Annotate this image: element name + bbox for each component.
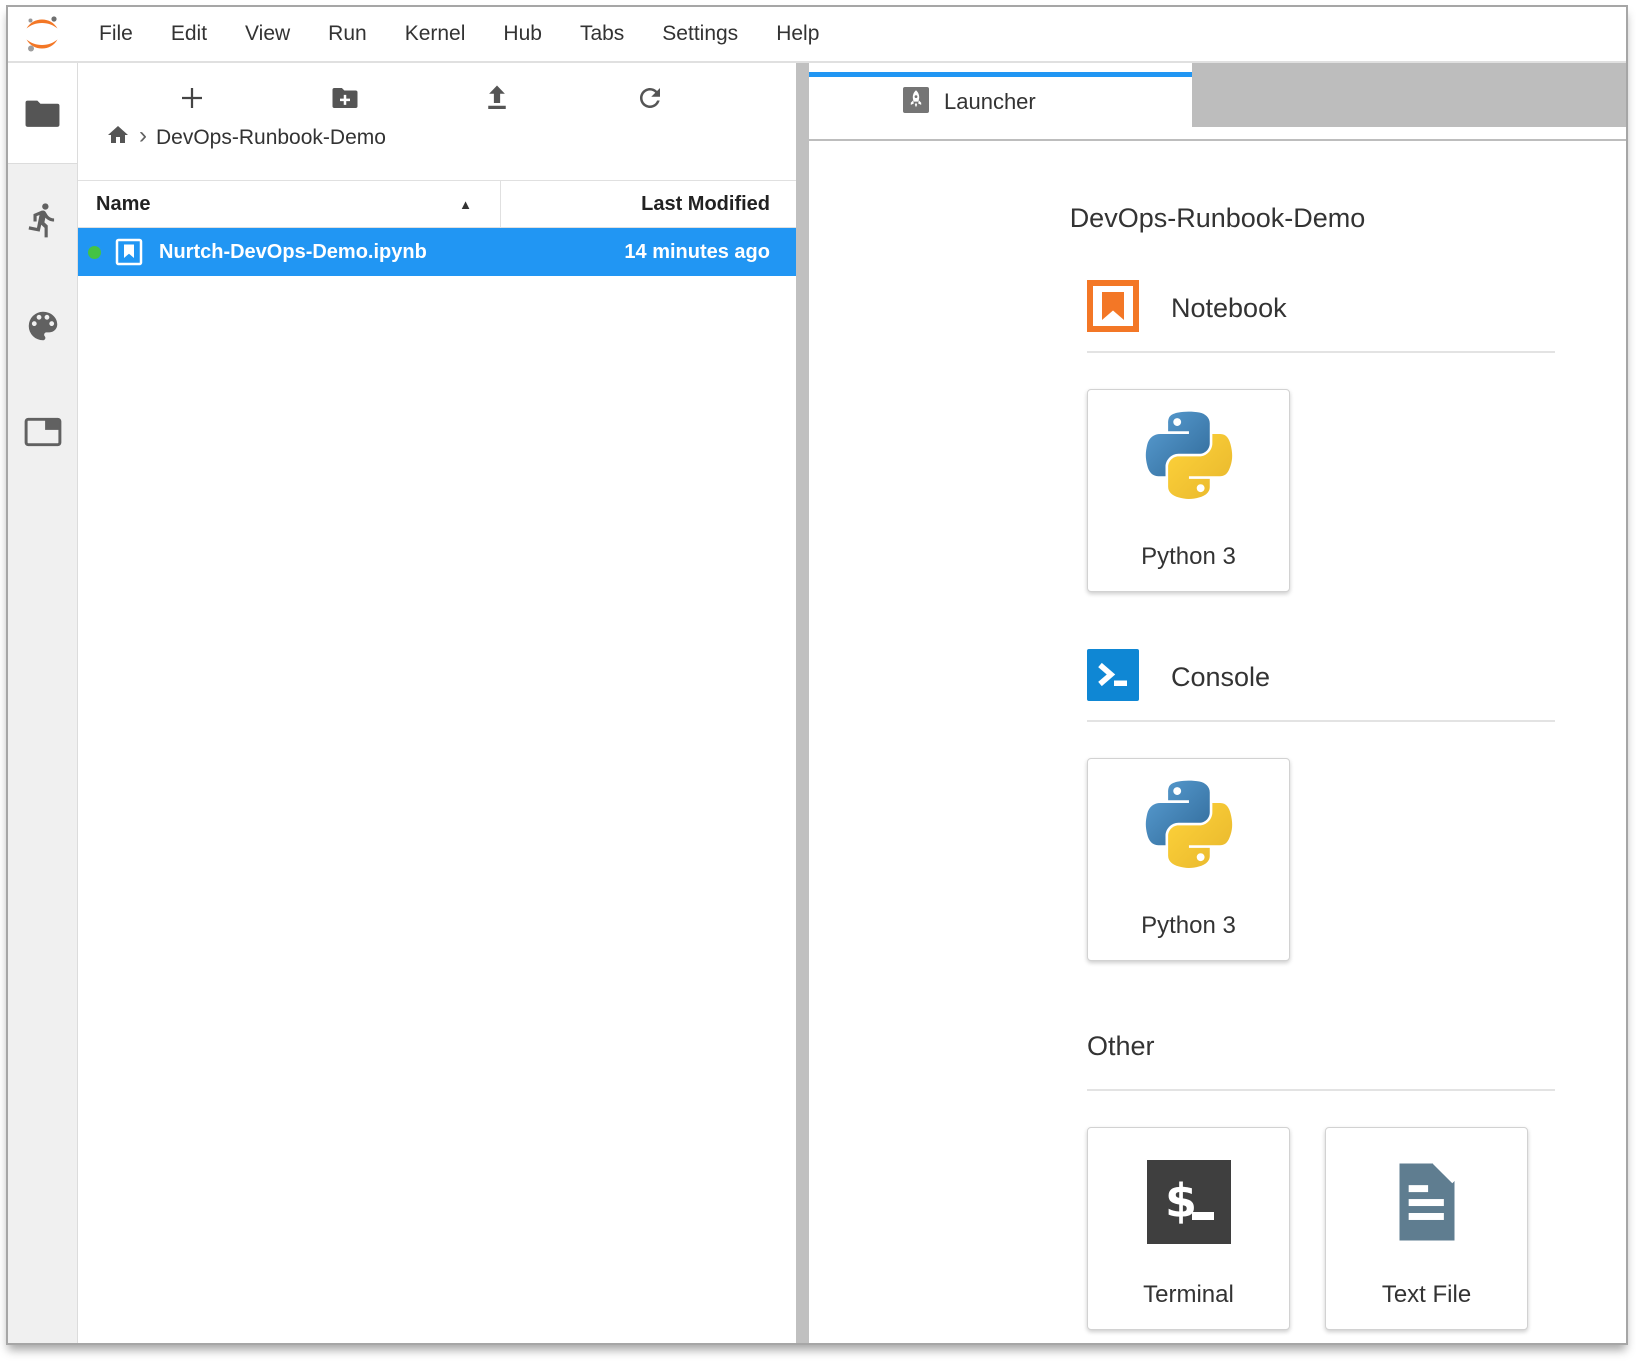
main-dock-panel: Launcher DevOps-Runbook-Demo xyxy=(809,63,1626,1343)
card-label: Text File xyxy=(1326,1281,1527,1329)
section-divider xyxy=(1087,720,1555,722)
menu-bar: File Edit View Run Kernel Hub Tabs Setti… xyxy=(8,7,1626,63)
refresh-button[interactable] xyxy=(634,81,666,115)
card-label: Terminal xyxy=(1088,1281,1289,1329)
dock-tab-bar: Launcher xyxy=(809,63,1626,127)
command-palette-icon[interactable] xyxy=(23,306,63,346)
menu-items: File Edit View Run Kernel Hub Tabs Setti… xyxy=(80,7,838,61)
column-header-last-modified[interactable]: Last Modified xyxy=(501,181,796,227)
column-header-name[interactable]: Name ▲ xyxy=(78,181,501,227)
file-last-modified: 14 minutes ago xyxy=(624,241,796,264)
menu-item-help[interactable]: Help xyxy=(757,7,838,61)
dock-panel-divider xyxy=(809,127,1626,141)
launcher-cwd-title: DevOps-Runbook-Demo xyxy=(809,203,1626,234)
plus-icon xyxy=(177,83,207,113)
menu-item-run[interactable]: Run xyxy=(309,7,386,61)
python-logo-icon xyxy=(1135,779,1243,892)
file-list-header: Name ▲ Last Modified xyxy=(78,180,796,228)
upload-icon xyxy=(482,83,512,113)
console-icon xyxy=(1087,649,1139,706)
section-label-console: Console xyxy=(1171,662,1270,693)
sidebar-tabs xyxy=(8,163,77,1343)
launcher-card-text-file[interactable]: Text File xyxy=(1325,1127,1528,1330)
left-sidebar xyxy=(8,63,78,1343)
menu-item-file[interactable]: File xyxy=(80,7,152,61)
file-browser-toolbar xyxy=(78,63,796,115)
home-icon[interactable] xyxy=(106,123,130,153)
section-divider xyxy=(1087,351,1555,353)
text-file-icon xyxy=(1383,1158,1471,1251)
launcher-section-console: Console xyxy=(1087,651,1555,961)
new-launcher-button[interactable] xyxy=(176,81,208,115)
sort-ascending-icon: ▲ xyxy=(459,197,500,212)
panel-splitter-handle[interactable] xyxy=(796,63,809,1343)
section-label-other: Other xyxy=(1087,1031,1155,1062)
python-logo-icon xyxy=(1135,410,1243,523)
new-folder-icon xyxy=(330,83,360,113)
card-label: Python 3 xyxy=(1088,543,1289,591)
launcher-tab-label: Launcher xyxy=(944,89,1036,115)
section-label-notebook: Notebook xyxy=(1171,293,1287,324)
menu-item-tabs[interactable]: Tabs xyxy=(561,7,643,61)
menu-item-hub[interactable]: Hub xyxy=(484,7,561,61)
refresh-icon xyxy=(635,83,665,113)
menu-item-view[interactable]: View xyxy=(226,7,309,61)
jupyter-logo-icon xyxy=(22,14,62,54)
terminal-icon: $ xyxy=(1147,1160,1231,1249)
tab-launcher[interactable]: Launcher xyxy=(809,72,1192,127)
upload-button[interactable] xyxy=(481,81,513,115)
notebook-file-icon xyxy=(115,238,143,266)
section-divider xyxy=(1087,1089,1555,1091)
breadcrumb-separator: › xyxy=(139,124,147,152)
launcher-panel: DevOps-Runbook-Demo Notebook xyxy=(809,141,1626,1343)
file-row-notebook[interactable]: Nurtch-DevOps-Demo.ipynb 14 minutes ago xyxy=(78,228,796,276)
menu-item-edit[interactable]: Edit xyxy=(152,7,226,61)
launcher-card-terminal[interactable]: $ Terminal xyxy=(1087,1127,1290,1330)
card-label: Python 3 xyxy=(1088,912,1289,960)
breadcrumb-current-folder[interactable]: DevOps-Runbook-Demo xyxy=(156,126,386,150)
launcher-tab-rocket-icon xyxy=(903,87,929,118)
open-tabs-icon[interactable] xyxy=(23,412,63,452)
sidebar-tab-file-browser[interactable] xyxy=(8,63,77,163)
running-sessions-icon[interactable] xyxy=(23,200,63,240)
breadcrumb: › DevOps-Runbook-Demo xyxy=(78,115,796,161)
folder-icon xyxy=(23,93,63,133)
launcher-card-console-python3[interactable]: Python 3 xyxy=(1087,758,1290,961)
tab-bar-empty-area xyxy=(1192,63,1626,127)
file-name: Nurtch-DevOps-Demo.ipynb xyxy=(159,241,427,264)
kernel-running-dot xyxy=(88,246,101,259)
launcher-card-notebook-python3[interactable]: Python 3 xyxy=(1087,389,1290,592)
file-browser-panel: › DevOps-Runbook-Demo Name ▲ Last Modifi… xyxy=(78,63,796,1343)
menu-item-kernel[interactable]: Kernel xyxy=(386,7,485,61)
jupyterlab-window: File Edit View Run Kernel Hub Tabs Setti… xyxy=(6,5,1628,1345)
new-folder-button[interactable] xyxy=(329,81,361,115)
notebook-icon xyxy=(1087,280,1139,337)
menu-item-settings[interactable]: Settings xyxy=(643,7,757,61)
launcher-section-notebook: Notebook xyxy=(1087,282,1555,592)
launcher-section-other: Other $ xyxy=(1087,1020,1555,1330)
